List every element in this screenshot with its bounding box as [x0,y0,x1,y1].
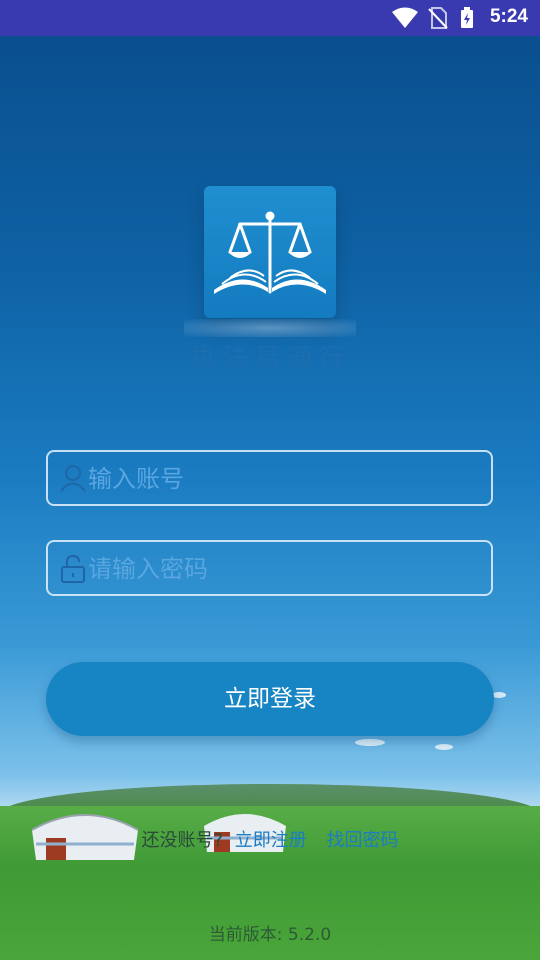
forgot-password-link[interactable]: 找回密码 [327,830,399,851]
version-text: 当前版本: 5.2.0 [208,925,332,945]
lock-icon [61,554,85,583]
scales-book-icon [214,211,326,294]
app-name: 执法易通行 [189,344,350,374]
status-bar: 5:24 [0,0,540,36]
status-time: 5:24 [489,6,528,27]
account-input[interactable] [86,452,490,506]
account-field[interactable] [46,450,493,506]
logo-reflection [184,319,356,337]
password-input[interactable] [86,542,490,596]
password-field[interactable] [46,540,493,596]
no-sim-icon [428,7,448,29]
no-account-text: 还没账号? [141,830,224,851]
cloud [492,692,506,698]
cloud [355,739,385,746]
cloud [435,744,453,750]
login-button[interactable]: 立即登录 [46,662,494,736]
app-logo [204,186,336,318]
footer-links: 还没账号? 立即注册 找回密码 [0,826,540,852]
wifi-icon [392,7,418,28]
login-screen: 执法易通行 立即登录 还没账号? 立即注册 找回密码 当前版本: 5.2.0 [0,36,540,960]
register-link[interactable]: 立即注册 [235,830,307,851]
user-icon [60,465,86,492]
battery-icon [461,7,473,28]
